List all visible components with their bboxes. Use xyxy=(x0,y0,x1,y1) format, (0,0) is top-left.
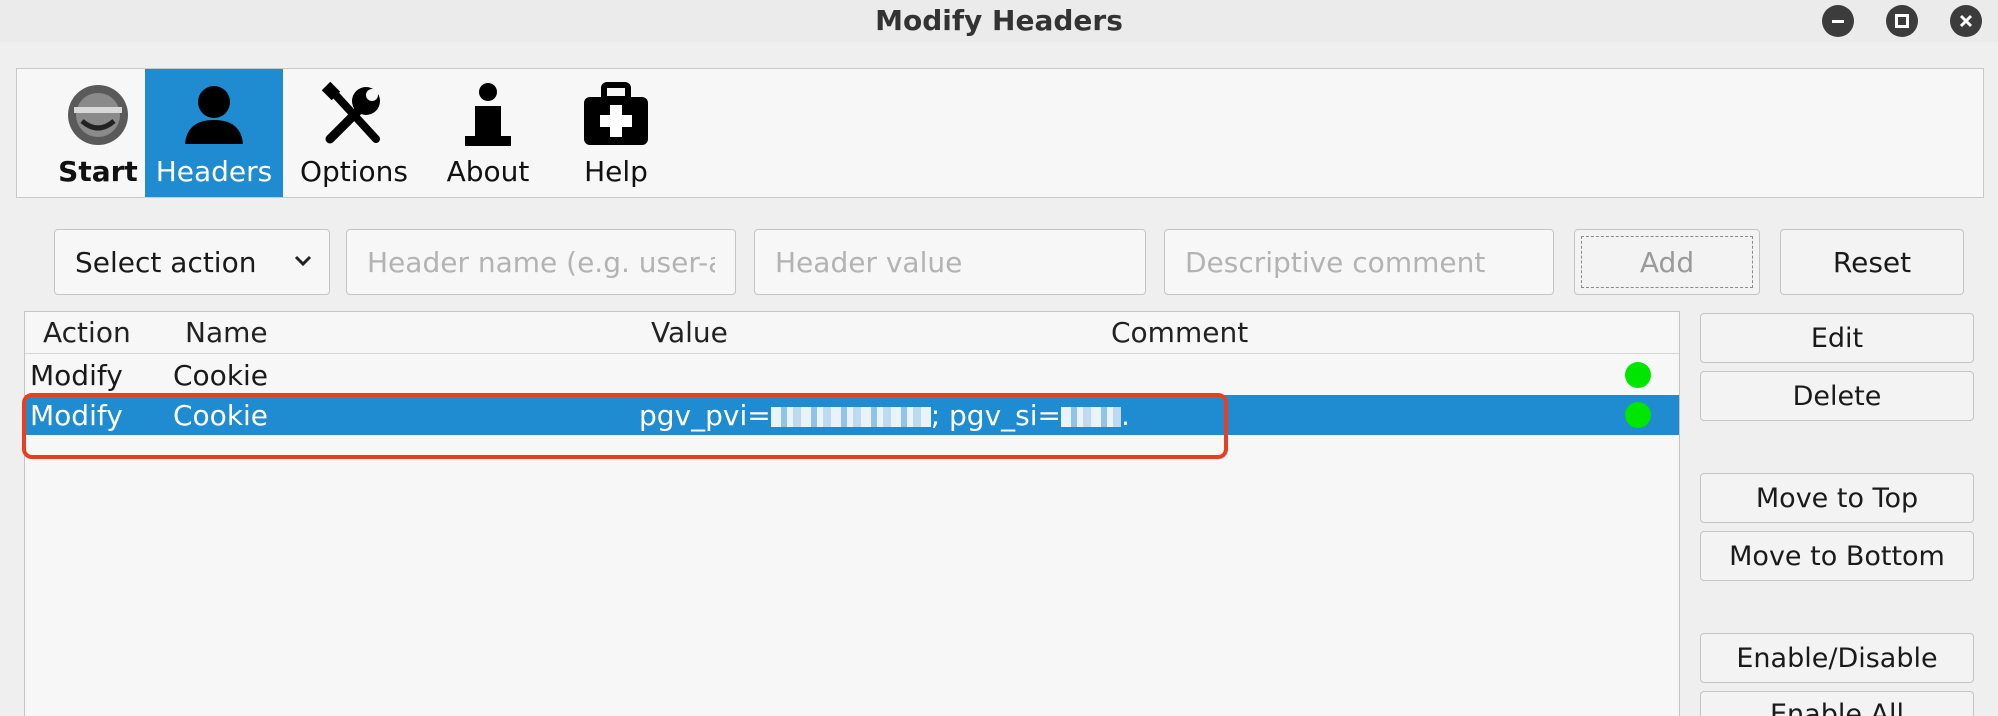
toolbar-label: Help xyxy=(584,155,648,188)
column-value[interactable]: Value xyxy=(651,316,728,349)
enable-all-label: Enable All xyxy=(1769,699,1905,716)
cell-name: Cookie xyxy=(173,399,269,432)
maximize-button[interactable] xyxy=(1886,5,1918,37)
main-toolbar: Start Headers Options About Help xyxy=(16,68,1984,198)
cell-action: Modify xyxy=(30,359,123,392)
comment-input[interactable] xyxy=(1164,229,1554,295)
toolbar-options[interactable]: Options xyxy=(285,69,423,197)
toolbar-label: Headers xyxy=(155,155,273,188)
cell-name: Cookie xyxy=(173,359,269,392)
reset-button-label: Reset xyxy=(1832,245,1912,279)
close-icon xyxy=(1959,14,1973,28)
column-name[interactable]: Name xyxy=(185,316,268,349)
action-select[interactable]: Select action xyxy=(54,229,330,295)
delete-button-label: Delete xyxy=(1792,380,1882,412)
enable-disable-label: Enable/Disable xyxy=(1736,642,1938,674)
value-end: . xyxy=(1120,399,1130,432)
toolbar-label: About xyxy=(446,155,530,188)
header-value-input[interactable] xyxy=(754,229,1146,295)
move-to-bottom-label: Move to Bottom xyxy=(1729,540,1945,572)
focus-ring xyxy=(1581,236,1753,288)
cell-action: Modify xyxy=(30,399,123,432)
status-enabled-icon[interactable] xyxy=(1625,402,1651,428)
edit-button[interactable]: Edit xyxy=(1700,313,1974,363)
title-bar: Modify Headers xyxy=(0,0,1998,42)
headers-table[interactable]: Action Name Value Comment Modify Cookie … xyxy=(24,311,1680,716)
user-icon xyxy=(176,77,252,153)
edit-button-label: Edit xyxy=(1810,322,1864,354)
close-button[interactable] xyxy=(1950,5,1982,37)
toolbar-label: Options xyxy=(299,155,409,188)
table-row[interactable]: Modify Cookie xyxy=(25,355,1679,395)
first-aid-icon xyxy=(578,77,654,153)
reset-button[interactable]: Reset xyxy=(1780,229,1964,295)
tools-icon xyxy=(316,77,392,153)
cell-value: pgv_pvi= ; pgv_si=. xyxy=(639,399,1130,432)
move-to-bottom-button[interactable]: Move to Bottom xyxy=(1700,531,1974,581)
column-action[interactable]: Action xyxy=(43,316,131,349)
table-header: Action Name Value Comment xyxy=(25,312,1679,354)
header-name-input[interactable] xyxy=(346,229,736,295)
column-comment[interactable]: Comment xyxy=(1111,316,1248,349)
action-select-value: Select action xyxy=(75,245,257,279)
enable-disable-button[interactable]: Enable/Disable xyxy=(1700,633,1974,683)
move-to-top-label: Move to Top xyxy=(1755,482,1919,514)
toolbar-about[interactable]: About xyxy=(419,69,557,197)
enable-all-button[interactable]: Enable All xyxy=(1700,691,1974,716)
redacted-value xyxy=(770,407,931,427)
value-prefix: pgv_pvi= xyxy=(639,399,771,432)
add-button[interactable]: Add xyxy=(1574,229,1760,295)
status-enabled-icon[interactable] xyxy=(1625,362,1651,388)
start-icon xyxy=(60,77,136,153)
window-title: Modify Headers xyxy=(875,4,1123,37)
redacted-value xyxy=(1060,407,1121,427)
maximize-icon xyxy=(1895,14,1909,28)
move-to-top-button[interactable]: Move to Top xyxy=(1700,473,1974,523)
info-icon xyxy=(450,77,526,153)
toolbar-headers[interactable]: Headers xyxy=(145,69,283,197)
minimize-icon xyxy=(1832,20,1844,23)
minimize-button[interactable] xyxy=(1822,5,1854,37)
toolbar-help[interactable]: Help xyxy=(547,69,685,197)
toolbar-label: Start xyxy=(58,155,138,188)
table-row-selected[interactable]: Modify Cookie pgv_pvi= ; pgv_si=. xyxy=(25,395,1679,435)
chevron-down-icon xyxy=(294,255,312,267)
value-mid: ; pgv_si= xyxy=(930,399,1061,432)
delete-button[interactable]: Delete xyxy=(1700,371,1974,421)
